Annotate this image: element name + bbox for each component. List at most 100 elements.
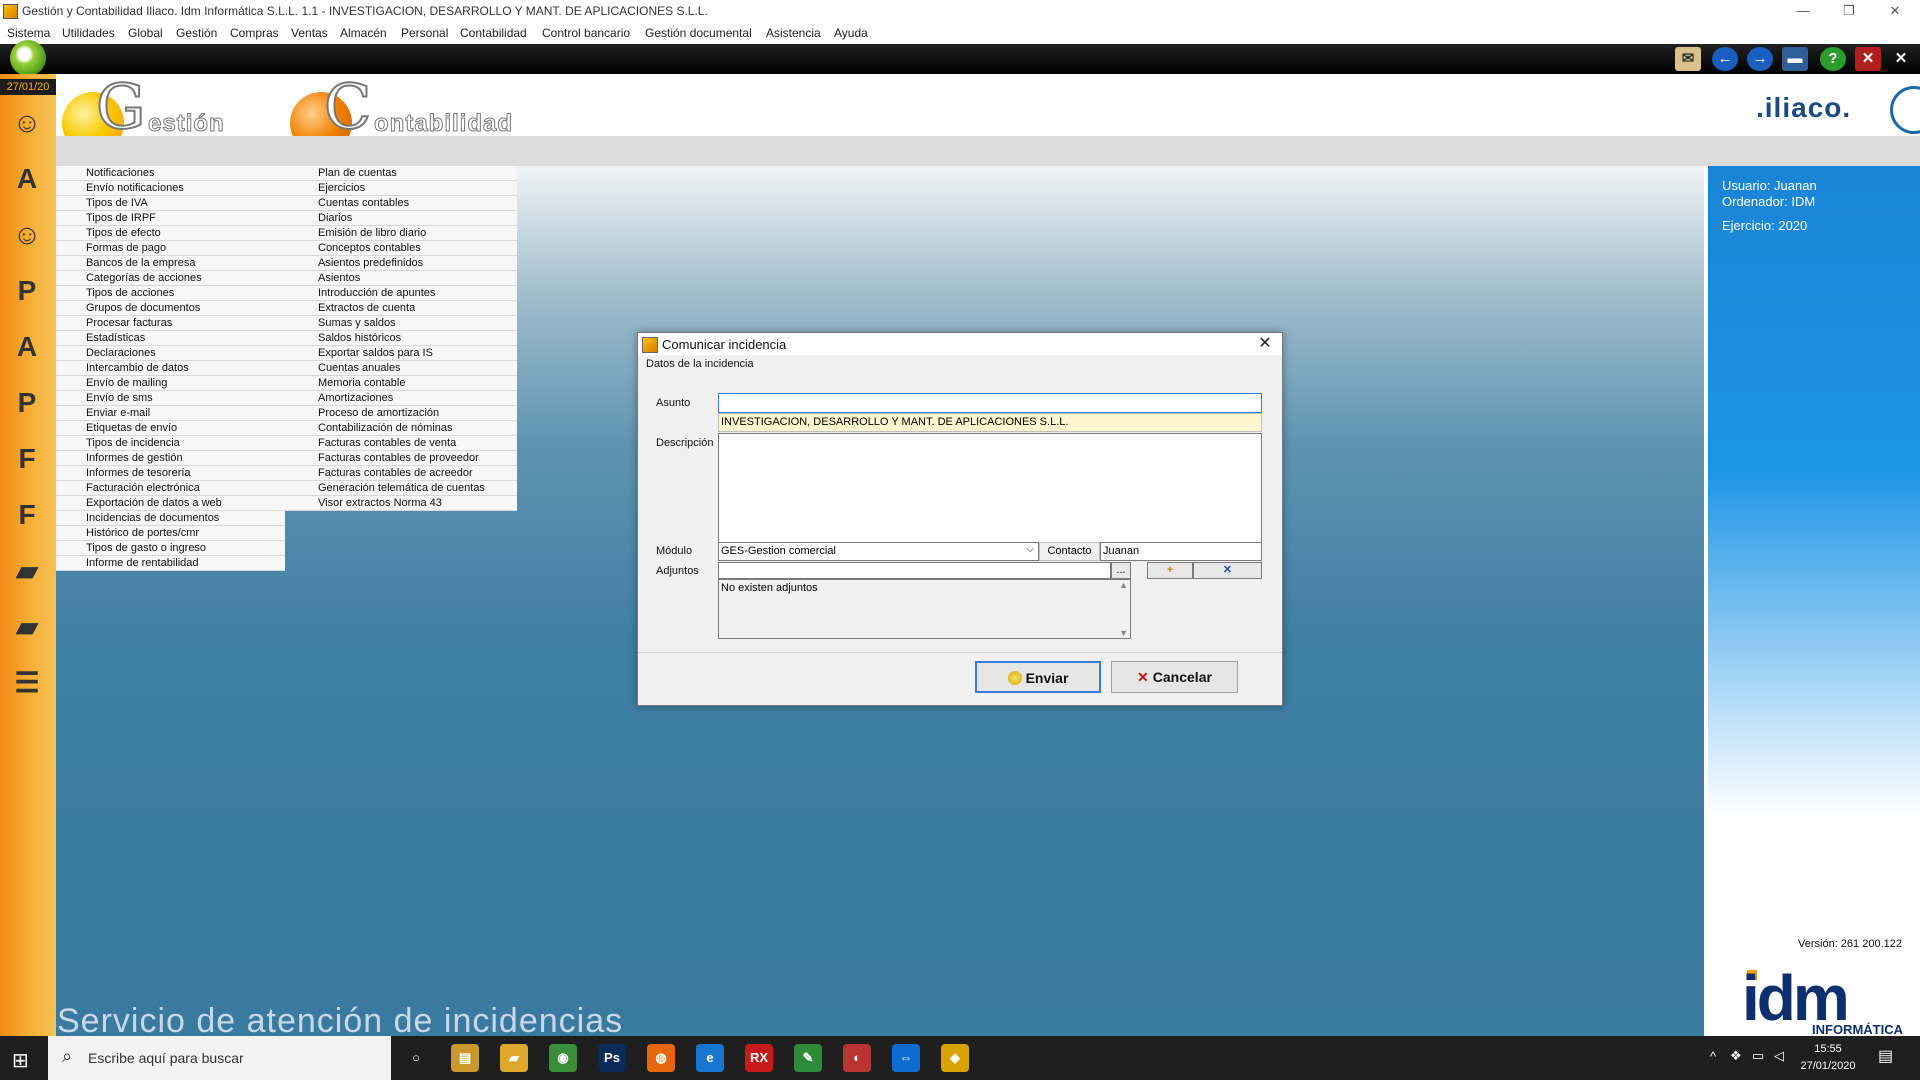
mail-icon[interactable]: ✉ bbox=[1675, 47, 1701, 71]
contabilidad-item[interactable]: Amortizaciones bbox=[285, 391, 517, 406]
adjuntos-path-input[interactable] bbox=[718, 562, 1111, 579]
contabilidad-item[interactable]: Emisión de libro diario bbox=[285, 226, 517, 241]
modulo-select[interactable]: GES-Gestion comercial ⌵ bbox=[718, 542, 1039, 561]
gestion-item[interactable]: Incidencias de documentos bbox=[56, 511, 285, 526]
gestion-item[interactable]: Informes de tesorería bbox=[56, 466, 285, 481]
file-manager-icon[interactable]: ▤ bbox=[451, 1044, 479, 1072]
gestion-item[interactable]: Envío de sms bbox=[56, 391, 285, 406]
gestion-item[interactable]: Tipos de IVA bbox=[56, 196, 285, 211]
contabilidad-item[interactable]: Facturas contables de venta bbox=[285, 436, 517, 451]
contabilidad-item[interactable]: Visor extractos Norma 43 bbox=[285, 496, 517, 511]
restore-button[interactable]: ❐ bbox=[1826, 0, 1872, 22]
folder-icon[interactable]: ▰ bbox=[6, 606, 48, 648]
taskbar-clock[interactable]: 15:55 27/01/2020 bbox=[1793, 1041, 1863, 1075]
contabilidad-item[interactable]: Introducción de apuntes bbox=[285, 286, 517, 301]
creditor-icon[interactable]: A bbox=[6, 326, 48, 368]
folder-icon[interactable]: ▰ bbox=[500, 1044, 528, 1072]
gestion-item[interactable]: Informes de gestión bbox=[56, 451, 285, 466]
menu-compras[interactable]: Compras bbox=[230, 26, 279, 40]
menu-global[interactable]: Global bbox=[128, 26, 163, 40]
contabilidad-item[interactable]: Diarios bbox=[285, 211, 517, 226]
agenda-icon[interactable]: A bbox=[6, 158, 48, 200]
adjuntos-list[interactable]: No existen adjuntos ▲ ▼ bbox=[718, 579, 1131, 639]
contacto-field[interactable]: Juanan bbox=[1100, 542, 1262, 561]
contabilidad-item[interactable]: Proceso de amortización bbox=[285, 406, 517, 421]
edge-icon[interactable]: e bbox=[696, 1044, 724, 1072]
gestion-item[interactable]: Procesar facturas bbox=[56, 316, 285, 331]
menu-utilidades[interactable]: Utilidades bbox=[62, 26, 115, 40]
provider-icon[interactable]: P bbox=[6, 270, 48, 312]
menu-asistencia[interactable]: Asistencia bbox=[766, 26, 821, 40]
contabilidad-item[interactable]: Conceptos contables bbox=[285, 241, 517, 256]
network-icon[interactable]: ▭ bbox=[1752, 1048, 1764, 1064]
volume-icon[interactable]: ◁ bbox=[1774, 1048, 1784, 1064]
back-icon[interactable]: ← bbox=[1712, 47, 1738, 71]
firefox-icon[interactable]: ◍ bbox=[647, 1044, 675, 1072]
enviar-button[interactable]: Enviar bbox=[975, 661, 1101, 693]
dropbox-icon[interactable]: ❖ bbox=[1730, 1048, 1742, 1064]
contabilidad-item[interactable]: Cuentas anuales bbox=[285, 361, 517, 376]
contabilidad-item[interactable]: Extractos de cuenta bbox=[285, 301, 517, 316]
gestion-item[interactable]: Enviar e-mail bbox=[56, 406, 285, 421]
contabilidad-item[interactable]: Ejercicios bbox=[285, 181, 517, 196]
photoshop-icon[interactable]: Ps bbox=[598, 1044, 626, 1072]
gestion-item[interactable]: Histórico de portes/cmr bbox=[56, 526, 285, 541]
dialog-close-button[interactable]: ✕ bbox=[1248, 333, 1282, 355]
book-icon[interactable]: ▰ bbox=[6, 550, 48, 592]
menu-sistema[interactable]: Sistema bbox=[7, 26, 50, 40]
contabilidad-item[interactable]: Plan de cuentas bbox=[285, 166, 517, 181]
descripcion-textarea[interactable] bbox=[718, 433, 1262, 543]
invoice-icon[interactable]: F bbox=[6, 438, 48, 480]
contabilidad-item[interactable]: Cuentas contables bbox=[285, 196, 517, 211]
gestion-item[interactable]: Categorías de acciones bbox=[56, 271, 285, 286]
gestion-item[interactable]: Tipos de acciones bbox=[56, 286, 285, 301]
contabilidad-item[interactable]: Memoria contable bbox=[285, 376, 517, 391]
adjuntos-browse-button[interactable]: ... bbox=[1111, 562, 1131, 579]
gestion-item[interactable]: Tipos de incidencia bbox=[56, 436, 285, 451]
chrome-icon[interactable]: ◉ bbox=[549, 1044, 577, 1072]
task-view-icon[interactable]: ○ bbox=[402, 1044, 430, 1072]
forward-icon[interactable]: → bbox=[1747, 47, 1773, 71]
users-icon[interactable]: ☺ bbox=[6, 102, 48, 144]
cancelar-button[interactable]: ✕ Cancelar bbox=[1111, 661, 1238, 693]
gestion-item[interactable]: Tipos de gasto o ingreso bbox=[56, 541, 285, 556]
scroll-up-icon[interactable]: ▲ bbox=[1119, 580, 1128, 590]
contabilidad-item[interactable]: Facturas contables de acreedor bbox=[285, 466, 517, 481]
notifications-icon[interactable]: ▤ bbox=[1878, 1046, 1893, 1066]
add-attachment-icon[interactable]: + bbox=[1147, 562, 1193, 579]
app-icon[interactable]: ◐ bbox=[843, 1044, 871, 1072]
minimize-button[interactable]: — bbox=[1780, 0, 1826, 22]
remove-attachment-icon[interactable]: ✕ bbox=[1193, 562, 1262, 579]
contabilidad-item[interactable]: Facturas contables de proveedor bbox=[285, 451, 517, 466]
menu-gestion[interactable]: Gestión bbox=[176, 26, 217, 40]
fc-icon[interactable]: F bbox=[6, 494, 48, 536]
windows-start-icon[interactable]: ⊞ bbox=[12, 1048, 29, 1073]
menu-personal[interactable]: Personal bbox=[401, 26, 448, 40]
contabilidad-item[interactable]: Contabilización de nóminas bbox=[285, 421, 517, 436]
asunto-input[interactable] bbox=[718, 393, 1262, 413]
gestion-item[interactable]: Exportación de datos a web bbox=[56, 496, 285, 511]
menu-control-bancario[interactable]: Control bancario bbox=[542, 26, 630, 40]
tray-chevron-icon[interactable]: ^ bbox=[1710, 1049, 1716, 1064]
menu-contabilidad[interactable]: Contabilidad bbox=[460, 26, 527, 40]
gestion-item[interactable]: Tipos de IRPF bbox=[56, 211, 285, 226]
contabilidad-item[interactable]: Exportar saldos para IS bbox=[285, 346, 517, 361]
user-icon[interactable]: ☺ bbox=[6, 214, 48, 256]
gestion-item[interactable]: Estadísticas bbox=[56, 331, 285, 346]
contabilidad-item[interactable]: Asientos bbox=[285, 271, 517, 286]
gestion-item[interactable]: Grupos de documentos bbox=[56, 301, 285, 316]
contabilidad-item[interactable]: Generación telemática de cuentas bbox=[285, 481, 517, 496]
gestion-item[interactable]: Bancos de la empresa bbox=[56, 256, 285, 271]
contabilidad-item[interactable]: Sumas y saldos bbox=[285, 316, 517, 331]
gestion-item[interactable]: Declaraciones bbox=[56, 346, 285, 361]
contabilidad-item[interactable]: Saldos históricos bbox=[285, 331, 517, 346]
gestion-item[interactable]: Envío de mailing bbox=[56, 376, 285, 391]
gestion-item[interactable]: Notificaciones bbox=[56, 166, 285, 181]
scroll-down-icon[interactable]: ▼ bbox=[1119, 628, 1128, 638]
list-icon[interactable]: ☰ bbox=[6, 662, 48, 704]
teamviewer-icon[interactable]: ⇔ bbox=[892, 1044, 920, 1072]
gestion-item[interactable]: Envío notificaciones bbox=[56, 181, 285, 196]
purchase-icon[interactable]: P bbox=[6, 382, 48, 424]
gestion-item[interactable]: Etiquetas de envío bbox=[56, 421, 285, 436]
gestion-item[interactable]: Intercambio de datos bbox=[56, 361, 285, 376]
